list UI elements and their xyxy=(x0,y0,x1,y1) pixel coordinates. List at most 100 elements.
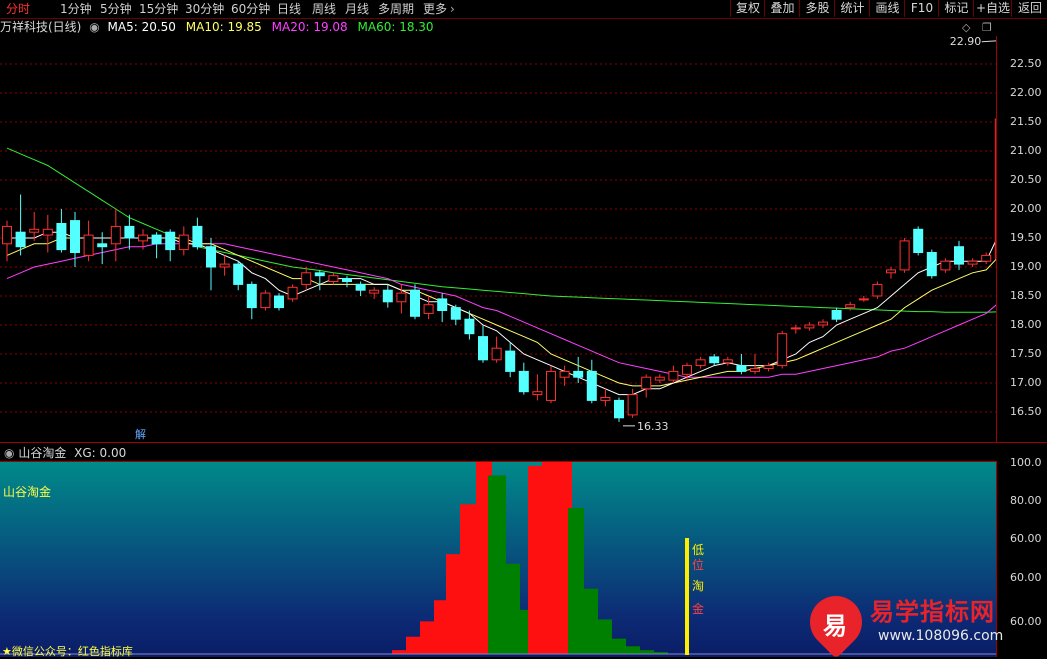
candle-body xyxy=(790,327,801,330)
period-toolbar: 分时 1分钟 5分钟 15分钟 30分钟 60分钟 日线 周线 月线 多周期 更… xyxy=(0,0,1047,19)
candle-body xyxy=(355,283,366,291)
candle-body xyxy=(274,295,284,309)
ma10-value: MA10: 19.85 xyxy=(185,20,262,34)
candle-body xyxy=(858,298,869,301)
candle-body xyxy=(342,278,352,283)
add-watchlist-button[interactable]: +自选 xyxy=(973,0,1012,17)
price-axis-label: 17.50 xyxy=(1010,347,1042,360)
f10-button[interactable]: F10 xyxy=(904,0,939,17)
price-axis-label: 22.00 xyxy=(1010,86,1042,99)
candlestick-chart[interactable]: 22.90 16.33 解 xyxy=(0,36,996,442)
candle-body xyxy=(464,318,475,335)
price-axis-label: 20.00 xyxy=(1010,202,1042,215)
overlay-button[interactable]: 叠加 xyxy=(764,0,800,17)
settings-circle-icon[interactable]: ◉ xyxy=(89,20,99,34)
candle-body xyxy=(600,397,611,401)
tab-daily[interactable]: 日线 xyxy=(277,1,301,17)
candle-body xyxy=(559,370,570,378)
indicator-bar-green xyxy=(584,588,598,654)
multi-stock-button[interactable]: 多股 xyxy=(799,0,835,17)
candle-body xyxy=(450,307,461,320)
tab-monthly[interactable]: 月线 xyxy=(345,1,369,17)
ma5-line xyxy=(7,231,996,396)
candle-body xyxy=(954,246,964,265)
candle-body xyxy=(83,234,94,256)
candle-body xyxy=(682,365,692,375)
candle-body xyxy=(668,370,679,381)
high-price-annotation: 22.90 xyxy=(950,36,982,48)
tab-intraday[interactable]: 分时 xyxy=(6,1,30,17)
watermark-name: 易学指标网 xyxy=(870,598,995,626)
candle-body xyxy=(42,228,53,236)
price-axis-label: 16.50 xyxy=(1010,405,1042,418)
price-axis-label: 17.00 xyxy=(1010,376,1042,389)
candle-body xyxy=(532,391,543,396)
tab-60min[interactable]: 60分钟 xyxy=(231,1,270,17)
indicator-bar-green xyxy=(520,609,528,654)
unlock-badge: 解 xyxy=(135,427,146,441)
indicator-title[interactable]: 山谷淘金 xyxy=(18,446,66,460)
candle-body xyxy=(29,228,40,233)
candle-body xyxy=(138,234,148,242)
draw-line-button[interactable]: 画线 xyxy=(869,0,905,17)
candle-body xyxy=(233,263,244,285)
mark-button[interactable]: 标记 xyxy=(938,0,974,17)
price-axis-label: 21.50 xyxy=(1010,115,1042,128)
sub-axis-label: 100.0 xyxy=(1010,456,1042,469)
price-axis-label: 21.00 xyxy=(1010,144,1042,157)
candle-body xyxy=(15,231,26,248)
low-price-annotation: 16.33 xyxy=(637,420,669,433)
candle-body xyxy=(124,225,135,239)
indicator-bar-green xyxy=(568,508,584,654)
ma60-value: MA60: 18.30 xyxy=(357,20,434,34)
candle-body xyxy=(314,272,325,277)
indicator-bar-red xyxy=(460,504,476,654)
more-arrow-icon[interactable]: › xyxy=(450,1,455,17)
candle-body xyxy=(505,350,516,372)
ma60-line xyxy=(6,147,996,313)
restore-rights-button[interactable]: 复权 xyxy=(730,0,765,17)
signal-char: 淘 xyxy=(692,579,705,593)
copy-icon[interactable]: ❐ xyxy=(982,21,992,34)
candle-body xyxy=(926,252,937,277)
ma5-value: MA5: 20.50 xyxy=(107,20,176,34)
indicator-bar-green xyxy=(598,619,612,654)
signal-bar xyxy=(685,538,689,655)
tab-1min[interactable]: 1分钟 xyxy=(60,1,92,17)
indicator-bar-red xyxy=(542,462,572,654)
diamond-icon[interactable]: ◇ xyxy=(962,21,970,34)
candle-body xyxy=(70,220,80,254)
candle-body xyxy=(899,240,910,271)
candle-body xyxy=(722,359,733,364)
sub-axis-label: 60.00 xyxy=(1010,571,1042,584)
sub-axis-label: 60.00 xyxy=(1010,532,1042,545)
candle-body xyxy=(886,269,896,274)
back-button[interactable]: 返回 xyxy=(1011,0,1047,17)
candle-body xyxy=(369,289,380,294)
indicator-toggle-icon[interactable]: ◉ xyxy=(4,446,14,460)
candle-body xyxy=(396,292,407,303)
candle-body xyxy=(940,260,951,271)
tab-30min[interactable]: 30分钟 xyxy=(185,1,224,17)
statistics-button[interactable]: 统计 xyxy=(834,0,870,17)
site-watermark: 易 易学指标网 www.108096.com xyxy=(799,585,1044,659)
candle-body xyxy=(573,370,584,378)
tab-5min[interactable]: 5分钟 xyxy=(100,1,132,17)
candle-body xyxy=(328,275,339,282)
candle-body xyxy=(382,289,393,303)
candle-body xyxy=(491,347,502,361)
candle-body xyxy=(97,243,108,248)
candle-body xyxy=(709,356,720,364)
tab-multi-period[interactable]: 多周期 xyxy=(378,1,414,17)
candle-body xyxy=(981,254,992,262)
tab-weekly[interactable]: 周线 xyxy=(312,1,336,17)
indicator-bar-green xyxy=(626,646,640,654)
indicator-header: ◉ 山谷淘金 XG: 0.00 xyxy=(0,442,1047,462)
tab-more[interactable]: 更多 xyxy=(423,1,447,17)
indicator-bar-green xyxy=(640,650,654,654)
candle-body xyxy=(2,225,12,245)
candle-body xyxy=(410,289,420,317)
indicator-bar-green xyxy=(612,638,626,654)
candle-body xyxy=(777,333,788,367)
tab-15min[interactable]: 15分钟 xyxy=(139,1,178,17)
